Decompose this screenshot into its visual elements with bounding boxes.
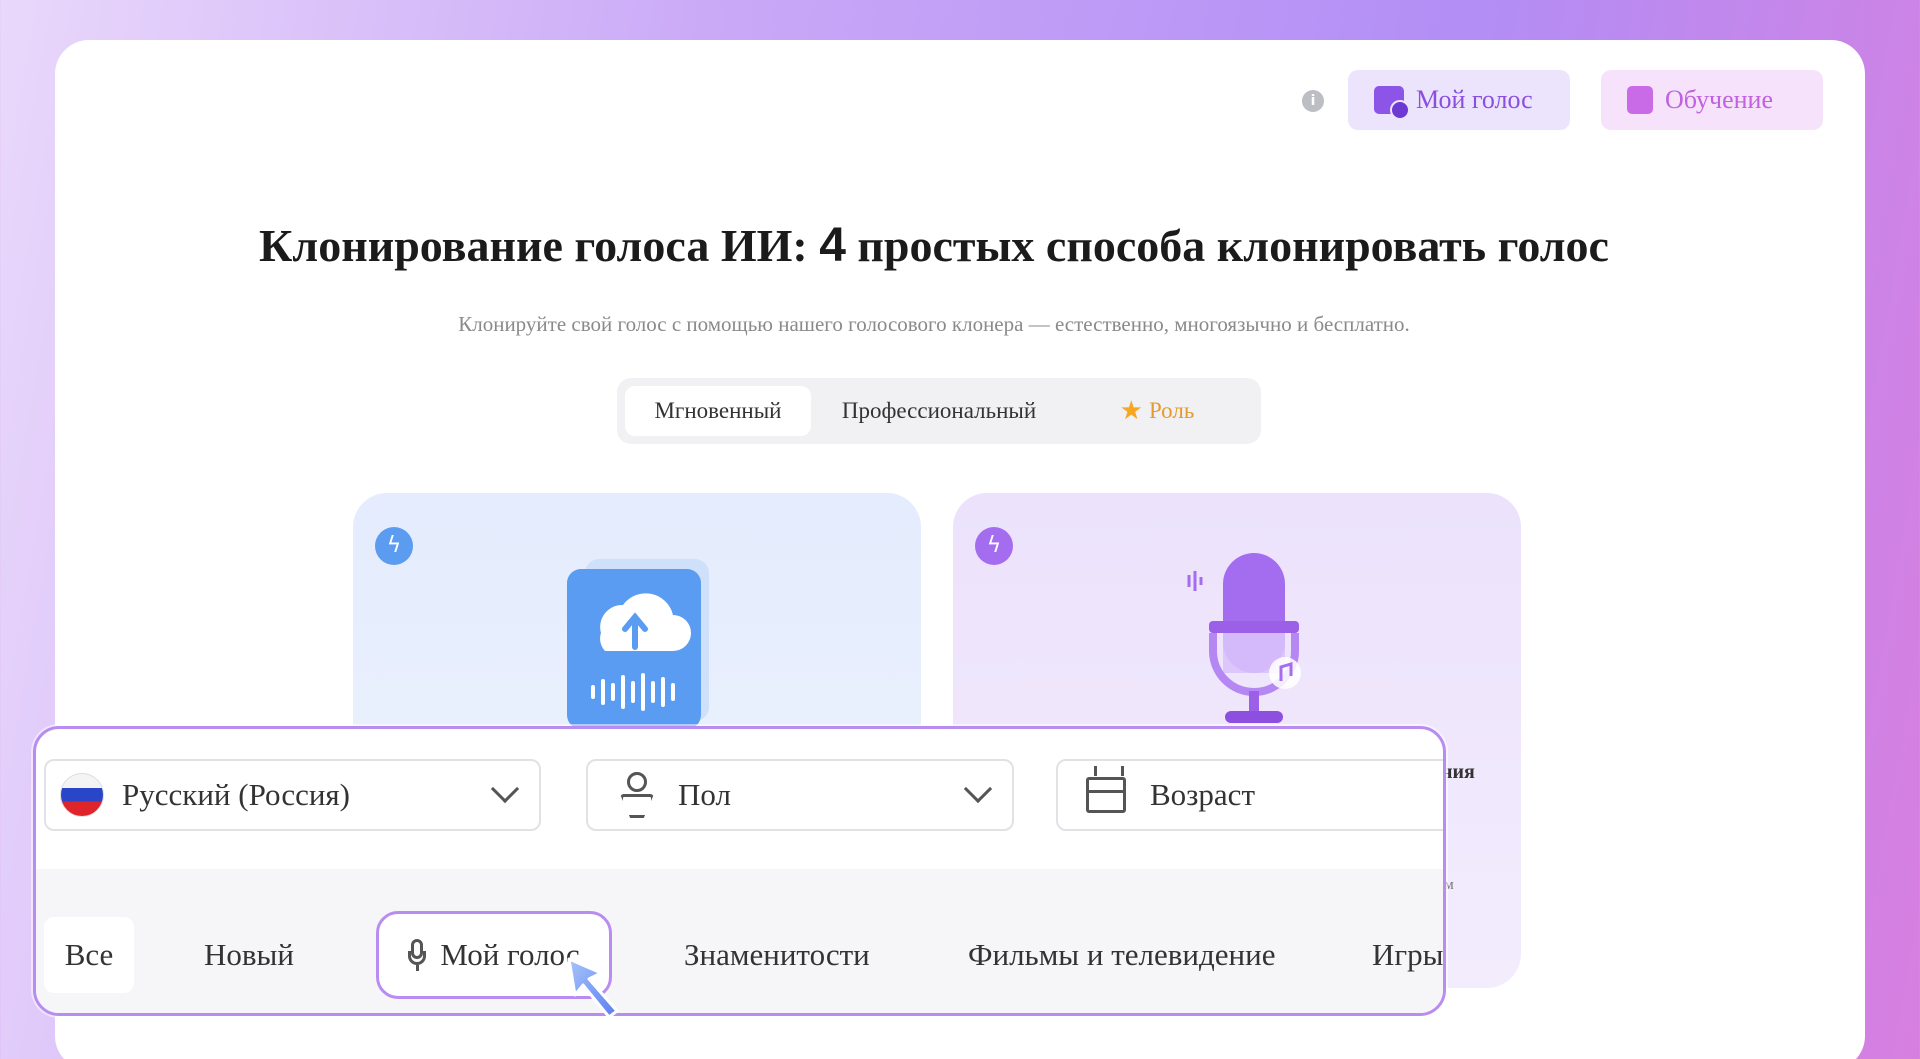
category-celebrities[interactable]: Знаменитости [684, 917, 870, 993]
microphone-icon [408, 939, 427, 971]
category-new[interactable]: Новый [204, 917, 294, 993]
language-value: Русский (Россия) [122, 777, 351, 812]
tutorial-button[interactable]: Обучение [1601, 70, 1823, 130]
russia-flag-icon [60, 773, 104, 817]
chevron-down-icon [490, 774, 520, 804]
book-icon [1627, 86, 1653, 114]
tab-role[interactable]: ★ Роль [1067, 386, 1247, 436]
tutorial-label: Обучение [1665, 85, 1773, 114]
language-select[interactable]: Русский (Россия) [44, 759, 541, 831]
gender-select[interactable]: Пол [586, 759, 1014, 831]
my-voice-label: Мой голос [1416, 85, 1533, 114]
age-value: Возраст [1150, 777, 1255, 812]
category-all[interactable]: Все [44, 917, 134, 993]
category-tabs: Все Новый Мой голос Знаменитости Фильмы … [36, 869, 1443, 1013]
category-games[interactable]: Игры [1372, 917, 1443, 993]
info-icon[interactable]: i [1302, 90, 1324, 112]
cloud-upload-icon [567, 559, 709, 729]
my-voice-button[interactable]: Мой голос [1348, 70, 1570, 130]
age-select[interactable]: Возраст [1056, 759, 1443, 831]
category-film-tv[interactable]: Фильмы и телевидение [968, 917, 1275, 993]
page-title: Клонирование голоса ИИ: 4 простых способ… [259, 219, 1609, 272]
star-icon: ★ [1119, 396, 1143, 426]
folder-clock-icon [1374, 86, 1410, 120]
voice-library-filter-panel: Русский (Россия) Пол Возраст Все Новый М… [33, 726, 1446, 1016]
bolt-icon: ϟ [375, 527, 413, 565]
chevron-down-icon [963, 774, 993, 804]
mode-tabs: Мгновенный Профессиональный ★ Роль [617, 378, 1261, 444]
microphone-icon [1187, 553, 1301, 723]
bolt-icon: ϟ [975, 527, 1013, 565]
cake-icon [1086, 766, 1126, 813]
tab-professional[interactable]: Профессиональный [811, 386, 1067, 436]
tab-instant[interactable]: Мгновенный [625, 386, 811, 436]
gender-value: Пол [678, 777, 731, 812]
pointer-cursor-icon [567, 957, 619, 1019]
page-subtitle: Клонируйте свой голос с помощью нашего г… [458, 312, 1410, 336]
person-icon [618, 772, 656, 818]
